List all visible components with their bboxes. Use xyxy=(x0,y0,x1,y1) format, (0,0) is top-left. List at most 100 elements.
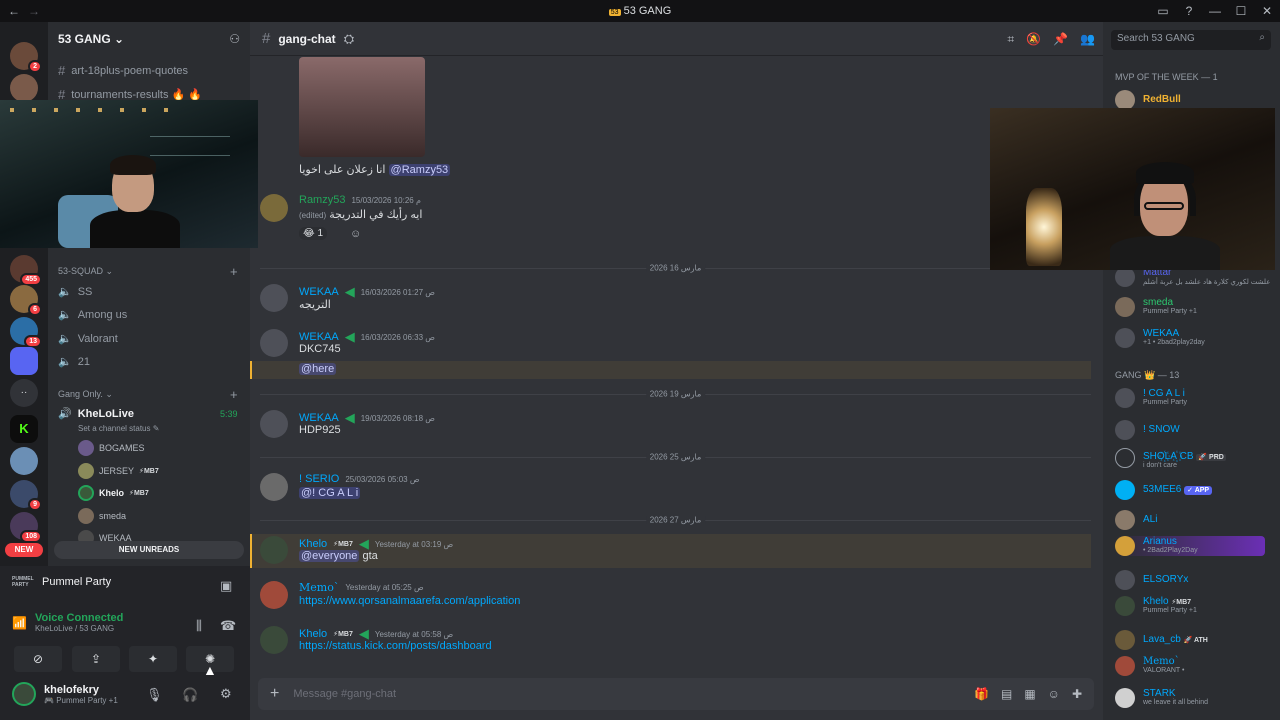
disconnect-icon[interactable]: ☎ xyxy=(220,618,236,634)
apps-icon[interactable]: ✚ xyxy=(1072,687,1082,701)
minimize-icon[interactable]: — xyxy=(1202,4,1228,18)
voice-channel-khelolive[interactable]: 🔊 KheLoLive xyxy=(58,407,134,421)
voice-channel-21[interactable]: 🔈 21 xyxy=(58,355,90,369)
avatar[interactable] xyxy=(260,194,288,222)
author-name[interactable]: WEKAA xyxy=(299,412,339,424)
member-redbull[interactable]: RedBull xyxy=(1115,90,1181,110)
message-image[interactable] xyxy=(299,57,425,157)
member-memo[interactable]: Memo` VALORANT • xyxy=(1115,656,1184,676)
pinned-icon[interactable]: 📌 xyxy=(1053,32,1068,47)
channel-status[interactable]: Set a channel status ✎ xyxy=(78,424,159,433)
avatar[interactable] xyxy=(260,410,288,438)
member-smeda[interactable]: smeda Pummel Party +1 xyxy=(1115,297,1197,317)
avatar[interactable] xyxy=(260,329,288,357)
arrow-left-icon[interactable]: ← xyxy=(8,4,20,18)
mention[interactable]: @! CG A L i xyxy=(299,487,361,499)
server-icon[interactable]: 13 xyxy=(10,317,42,348)
new-badge[interactable]: NEW xyxy=(5,543,43,557)
member-mattar[interactable]: Mattar علشت لكوري كلارة هاد علشد بل عربة … xyxy=(1115,267,1270,287)
gift-icon[interactable]: 🎁 xyxy=(974,687,989,701)
category-gang-only[interactable]: Gang Only. ⌄ xyxy=(58,389,113,400)
kick-server-icon[interactable]: K xyxy=(10,415,38,443)
author-name[interactable]: Ramzy53 xyxy=(299,194,345,206)
mention[interactable]: @Ramzy53 xyxy=(388,164,451,176)
member-lava[interactable]: Lava_cb 🚀 ATH xyxy=(1115,630,1208,650)
mention[interactable]: @here xyxy=(299,363,337,375)
voice-user-smeda[interactable]: smeda xyxy=(78,508,126,524)
search-input[interactable]: Search 53 GANG ⌕ xyxy=(1111,30,1271,50)
author-name[interactable]: Khelo xyxy=(299,628,327,640)
more-icon[interactable]: ·· xyxy=(10,379,38,407)
headset-icon[interactable]: 🎧 xyxy=(182,687,198,703)
voice-channel-among-us[interactable]: 🔈 Among us xyxy=(58,308,127,322)
emoji-icon[interactable]: ☺ xyxy=(1048,687,1060,701)
author-name[interactable]: Memo` xyxy=(299,581,339,594)
activity-row[interactable]: PUMMEL PARTY Pummel Party xyxy=(12,576,111,588)
server-icon[interactable]: 455 xyxy=(10,255,42,286)
author-name[interactable]: WEKAA xyxy=(299,286,339,298)
add-channel-icon[interactable]: + xyxy=(230,387,238,402)
threads-icon[interactable]: ⌗ xyxy=(1007,32,1014,47)
notifications-icon[interactable]: 🔕 xyxy=(1026,32,1041,47)
member-shola[interactable]: SHO꙰LA꙰ CB 🚀 PRD i don't care xyxy=(1115,448,1226,469)
category-53-squad[interactable]: 53-SQUAD ⌄ xyxy=(58,266,113,277)
avatar[interactable] xyxy=(260,581,288,609)
server-icon[interactable]: 6 xyxy=(10,285,42,316)
screen-share-icon[interactable]: ▣ xyxy=(220,578,232,594)
maximize-icon[interactable]: ☐ xyxy=(1228,4,1254,18)
activities-button[interactable]: ✦ xyxy=(129,646,177,672)
user-info[interactable]: khelofekry 🎮 Pummel Party +1 xyxy=(12,682,118,706)
author-name[interactable]: Khelo xyxy=(299,538,327,550)
server-icon[interactable] xyxy=(10,74,38,102)
server-icon[interactable]: 9 xyxy=(10,480,42,511)
member-arianus[interactable]: Arianus • 2Bad2Play2Day xyxy=(1115,536,1265,556)
channel-art[interactable]: # art-18plus-poem-quotes xyxy=(58,63,188,78)
author-name[interactable]: ! SERIO xyxy=(299,473,339,485)
member-wekaa[interactable]: WEKAA +1 • 2bad2play2day xyxy=(1115,328,1205,348)
add-friend-icon[interactable]: ⚇ xyxy=(229,32,240,46)
voice-user-jersey[interactable]: JERSEY ⚡MB7 xyxy=(78,463,159,479)
member-53mee6[interactable]: 53MEE6 ✓ APP xyxy=(1115,480,1213,500)
add-channel-icon[interactable]: + xyxy=(230,264,238,279)
avatar[interactable] xyxy=(260,536,288,564)
voice-channel-ss[interactable]: 🔈 SS xyxy=(58,285,92,299)
message-link[interactable]: https://status.kick.com/posts/dashboard xyxy=(299,640,492,652)
message-input[interactable]: Message #gang-chat xyxy=(293,688,960,700)
help-icon[interactable]: ? xyxy=(1176,4,1202,18)
message-link[interactable]: https://www.qorsanalmaarefa.com/applicat… xyxy=(299,595,520,607)
member-snow[interactable]: ! SNOW xyxy=(1115,420,1180,440)
microphone-icon[interactable]: 🎙 xyxy=(146,687,163,703)
gif-icon[interactable]: ▤ xyxy=(1001,687,1012,701)
avatar[interactable] xyxy=(260,626,288,654)
member-ali[interactable]: ALi xyxy=(1115,510,1157,530)
guild-header[interactable]: 53 GANG ⌄ ⚇ xyxy=(48,22,250,56)
avatar[interactable] xyxy=(260,473,288,501)
member-cgali[interactable]: ! CG A L i Pummel Party xyxy=(1115,388,1187,408)
mention[interactable]: @everyone xyxy=(299,550,360,562)
add-reaction-icon[interactable]: ☺ xyxy=(350,228,361,240)
avatar[interactable] xyxy=(260,284,288,312)
voice-user-khelo[interactable]: Khelo ⚡MB7 xyxy=(78,485,149,501)
settings-icon[interactable]: ⚙ xyxy=(220,686,232,702)
reaction[interactable]: 😂 1 xyxy=(299,227,328,240)
noise-suppression-icon[interactable]: ⫼ xyxy=(196,618,202,634)
voice-user-bogames[interactable]: BOGAMES xyxy=(78,440,145,456)
server-icon[interactable] xyxy=(10,447,38,475)
server-icon[interactable]: 2 xyxy=(10,42,42,73)
new-unreads-button[interactable]: NEW UNREADS xyxy=(54,541,244,559)
attach-icon[interactable]: + xyxy=(270,685,279,703)
close-icon[interactable]: ✕ xyxy=(1254,4,1280,18)
share-screen-button[interactable]: ⇪ xyxy=(72,646,120,672)
sticker-icon[interactable]: ▦ xyxy=(1024,687,1035,701)
server-icon[interactable]: 108 xyxy=(10,512,42,543)
arrow-right-icon[interactable]: → xyxy=(28,4,40,18)
voice-channel-valorant[interactable]: 🔈 Valorant xyxy=(58,332,118,346)
member-khelo[interactable]: Khelo ⚡MB7 Pummel Party +1 xyxy=(1115,596,1197,616)
camera-off-button[interactable]: ⊘ xyxy=(14,646,62,672)
author-name[interactable]: WEKAA xyxy=(299,331,339,343)
member-list-icon[interactable]: 👥 xyxy=(1080,32,1095,47)
folder-icon[interactable] xyxy=(10,347,38,375)
member-elsoryx[interactable]: ELSORYx xyxy=(1115,570,1188,590)
member-stark[interactable]: STARK we leave it all behind xyxy=(1115,688,1208,708)
inbox-icon[interactable]: ▭ xyxy=(1150,4,1176,18)
